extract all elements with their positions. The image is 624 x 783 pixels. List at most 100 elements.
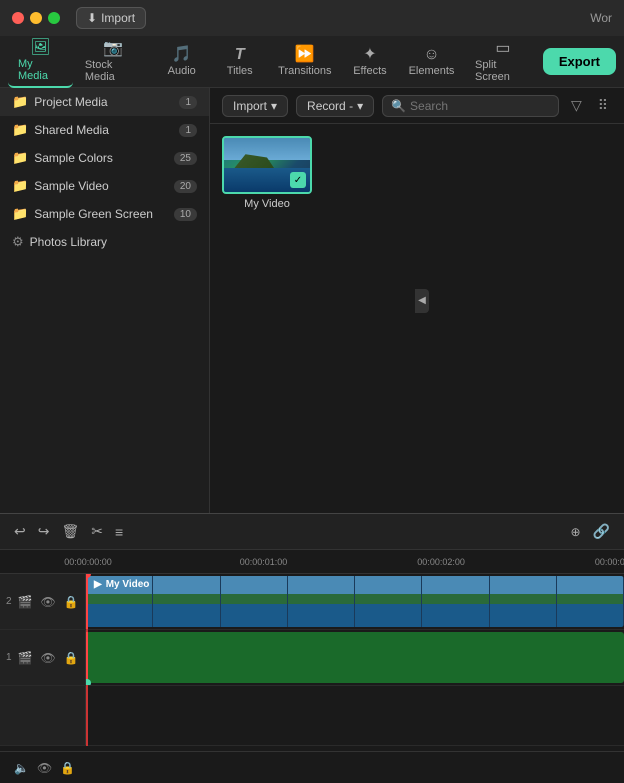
filter-icon[interactable]: ▽ — [567, 95, 586, 116]
clip-video-icon: ▶ — [94, 579, 102, 590]
eye-icon[interactable]: 👁 — [39, 593, 58, 611]
video-track-content[interactable]: ▶ My Video — [86, 574, 624, 629]
badge-green-screen: 10 — [174, 208, 197, 221]
tab-stock-media-label: Stock Media — [85, 59, 142, 83]
redo-button[interactable]: ↪ — [36, 521, 52, 542]
timeline-tracks: 00:00:00:00 00:00:01:00 00:00:02:00 00:0… — [0, 550, 624, 751]
record-button[interactable]: Record - ▾ — [296, 95, 374, 117]
folder-icon-video: 📁 — [12, 178, 28, 194]
video-playhead — [86, 574, 88, 629]
track-row-audio: 1 🎬 👁 🔒 — [0, 630, 624, 686]
video-thumbnail[interactable]: ✓ — [222, 136, 312, 194]
tab-my-media[interactable]: 🖼 My Media — [8, 36, 73, 88]
audio-eye-icon[interactable]: 👁 — [39, 649, 58, 667]
record-chevron-icon: ▾ — [357, 99, 363, 113]
empty-track-content — [86, 686, 624, 745]
tab-audio[interactable]: 🎵 Audio — [154, 43, 210, 81]
minimize-button[interactable] — [30, 12, 42, 24]
sidebar-item-sample-video[interactable]: 📁 Sample Video 20 — [0, 172, 209, 200]
sidebar-label-sample-video: Sample Video — [34, 179, 109, 193]
ruler-mark-1: 00:00:01:00 — [240, 557, 288, 567]
badge-project-media: 1 — [179, 96, 197, 109]
sidebar-item-sample-green-screen[interactable]: 📁 Sample Green Screen 10 — [0, 200, 209, 228]
search-icon: 🔍 — [391, 99, 406, 113]
sidebar-label-photos-library: Photos Library — [30, 235, 107, 249]
main-area: 📁 Project Media 1 📁 Shared Media 1 📁 Sam… — [0, 88, 624, 513]
delete-button[interactable]: 🗑 — [59, 521, 81, 542]
folder-icon-colors: 📁 — [12, 150, 28, 166]
audio-track-icon[interactable]: 🎬 — [16, 649, 35, 667]
audio-track-wrapper: 1 🎬 👁 🔒 — [0, 630, 624, 686]
audio-track-controls: 1 🎬 👁 🔒 — [0, 630, 86, 685]
window-title: Wor — [590, 11, 612, 25]
title-import-button[interactable]: ⬇ Import — [76, 7, 146, 29]
folder-icon-green: 📁 — [12, 206, 28, 222]
title-bar: ⬇ Import Wor — [0, 0, 624, 36]
sidebar-label-sample-colors: Sample Colors — [34, 151, 113, 165]
cut-button[interactable]: ✂ — [89, 521, 105, 542]
photos-icon: ⚙ — [12, 234, 24, 250]
close-button[interactable] — [12, 12, 24, 24]
sidebar-item-sample-colors[interactable]: 📁 Sample Colors 25 — [0, 144, 209, 172]
sidebar-item-shared-media[interactable]: 📁 Shared Media 1 — [0, 116, 209, 144]
tab-titles[interactable]: T Titles — [212, 43, 268, 81]
badge-sample-video: 20 — [174, 180, 197, 193]
media-toolbar: Import ▾ Record - ▾ 🔍 ▽ ⠿ — [210, 88, 624, 124]
sidebar-label-project-media: Project Media — [34, 95, 107, 109]
elements-icon: ☺ — [423, 47, 439, 63]
tab-elements[interactable]: ☺ Elements — [400, 43, 463, 81]
sidebar-collapse-button[interactable]: ◀ — [415, 289, 429, 313]
empty-track-wrapper — [0, 686, 624, 746]
track-number-1: 1 — [6, 652, 12, 663]
bottom-eye-icon[interactable]: 👁 — [35, 759, 54, 777]
search-input[interactable] — [410, 99, 550, 113]
track-row-video: 2 🎬 👁 🔒 ▶ My Video — [0, 574, 624, 630]
tab-effects[interactable]: ✦ Effects — [342, 43, 398, 81]
ruler-mark-2: 00:00:02:00 — [417, 557, 465, 567]
tab-transitions-label: Transitions — [278, 65, 331, 77]
media-thumb-my-video[interactable]: ✓ My Video — [222, 136, 312, 210]
ruler-marks: 00:00:00:00 00:00:01:00 00:00:02:00 00:0… — [86, 550, 624, 573]
maximize-button[interactable] — [48, 12, 60, 24]
sidebar-item-photos-library[interactable]: ⚙ Photos Library — [0, 228, 209, 256]
tab-stock-media[interactable]: 📷 Stock Media — [75, 37, 152, 87]
audio-lock-icon[interactable]: 🔒 — [62, 649, 81, 667]
transitions-icon: ⏩ — [295, 47, 315, 63]
green-dot — [86, 679, 91, 685]
list-button[interactable]: ≡ — [113, 522, 125, 542]
video-icon[interactable]: 🎬 — [16, 593, 35, 611]
tab-transitions[interactable]: ⏩ Transitions — [270, 43, 340, 81]
ocean-sky — [224, 138, 310, 160]
frame-4 — [288, 576, 355, 627]
audio-track-content[interactable] — [86, 630, 624, 685]
grid-view-icon[interactable]: ⠿ — [594, 95, 612, 116]
audio-clip[interactable] — [86, 632, 624, 683]
import-chevron-icon: ▾ — [271, 99, 277, 113]
search-box[interactable]: 🔍 — [382, 95, 559, 117]
media-item-label: My Video — [244, 198, 290, 210]
empty-track-bar — [86, 686, 88, 746]
sidebar-label-green-screen: Sample Green Screen — [34, 207, 153, 221]
video-clip[interactable]: ▶ My Video — [86, 576, 624, 627]
timeline-toolbar: ↩ ↪ 🗑 ✂ ≡ ⊕ 🔗 — [0, 514, 624, 550]
frame-3 — [221, 576, 288, 627]
frame-6 — [422, 576, 489, 627]
import-media-button[interactable]: Import ▾ — [222, 95, 288, 117]
folder-icon-shared: 📁 — [12, 122, 28, 138]
undo-button[interactable]: ↩ — [12, 521, 28, 542]
my-media-icon: 🖼 — [30, 40, 50, 56]
sidebar-item-project-media[interactable]: 📁 Project Media 1 — [0, 88, 209, 116]
thumb-selected-check: ✓ — [290, 172, 306, 188]
add-track-button[interactable]: ⊕ — [569, 523, 583, 541]
audio-icon: 🎵 — [172, 47, 192, 63]
stock-media-icon: 📷 — [103, 41, 123, 57]
link-button[interactable]: 🔗 — [591, 521, 612, 542]
tab-split-screen[interactable]: ▭ Split Screen — [465, 37, 541, 87]
effects-icon: ✦ — [363, 47, 376, 63]
export-button[interactable]: Export — [543, 48, 616, 75]
lock-icon[interactable]: 🔒 — [62, 593, 81, 611]
titles-icon: T — [235, 47, 245, 63]
bottom-lock-icon[interactable]: 🔒 — [58, 759, 77, 777]
speaker-icon[interactable]: 🔈 — [12, 759, 31, 777]
traffic-lights — [12, 12, 60, 24]
